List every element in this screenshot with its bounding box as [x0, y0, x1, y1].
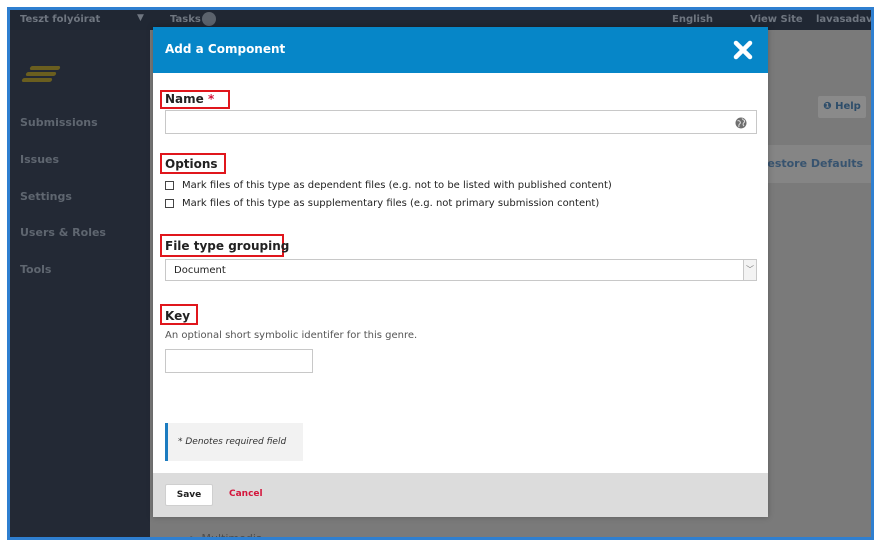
list-item: • Multimedia	[188, 532, 263, 540]
sidebar-item-submissions[interactable]: Submissions	[20, 116, 98, 129]
file-type-grouping-select[interactable]: Document ﹀	[165, 259, 757, 281]
supplementary-files-option[interactable]: Mark files of this type as supplementary…	[165, 198, 599, 209]
key-input[interactable]	[165, 349, 313, 373]
required-field-note: * Denotes required field	[165, 423, 303, 461]
file-type-grouping-label: File type grouping	[165, 239, 290, 253]
close-button[interactable]	[728, 35, 758, 65]
cancel-link[interactable]: Cancel	[229, 489, 263, 499]
modal-footer: Save Cancel	[153, 473, 768, 517]
sidebar-item-tools[interactable]: Tools	[20, 263, 51, 276]
restore-defaults-button[interactable]: Restore Defaults	[750, 145, 871, 183]
view-site-link[interactable]: View Site	[750, 14, 803, 25]
journal-logo	[21, 64, 64, 84]
sidebar: Submissions Issues Settings Users & Role…	[10, 30, 150, 537]
key-label: Key	[165, 309, 191, 323]
file-type-grouping-value: Document	[174, 265, 226, 276]
chevron-down-icon[interactable]: ﹀	[743, 260, 756, 280]
journal-switcher[interactable]: Teszt folyóirat	[20, 14, 100, 25]
modal-title: Add a Component	[165, 42, 286, 56]
name-input[interactable]	[165, 110, 757, 134]
sidebar-item-issues[interactable]: Issues	[20, 153, 59, 166]
user-menu[interactable]: lavasadavid	[816, 14, 871, 25]
sidebar-item-users-roles[interactable]: Users & Roles	[20, 226, 106, 239]
dependent-files-option-label: Mark files of this type as dependent fil…	[182, 180, 612, 191]
help-button[interactable]: ❶ Help	[818, 96, 866, 118]
options-label: Options	[165, 157, 218, 171]
globe-icon[interactable]	[735, 117, 747, 129]
dependent-files-checkbox[interactable]	[165, 181, 174, 190]
save-button[interactable]: Save	[165, 484, 213, 506]
supplementary-files-checkbox[interactable]	[165, 199, 174, 208]
name-label: Name *	[165, 92, 215, 106]
sidebar-item-settings[interactable]: Settings	[20, 190, 72, 203]
modal-header: Add a Component	[153, 27, 768, 73]
add-component-modal: Add a Component Name * Options Mark file…	[153, 27, 768, 517]
key-description: An optional short symbolic identifer for…	[165, 330, 418, 341]
language-link[interactable]: English	[672, 14, 713, 25]
supplementary-files-option-label: Mark files of this type as supplementary…	[182, 198, 600, 209]
tasks-link[interactable]: Tasks	[170, 14, 201, 25]
chevron-down-icon: ▼	[137, 13, 144, 23]
screenshot-frame: Teszt folyóirat ▼ Tasks English View Sit…	[7, 7, 874, 540]
dependent-files-option[interactable]: Mark files of this type as dependent fil…	[165, 180, 612, 191]
tasks-count-badge	[202, 12, 216, 26]
close-icon	[733, 40, 753, 60]
required-star: *	[207, 92, 215, 106]
